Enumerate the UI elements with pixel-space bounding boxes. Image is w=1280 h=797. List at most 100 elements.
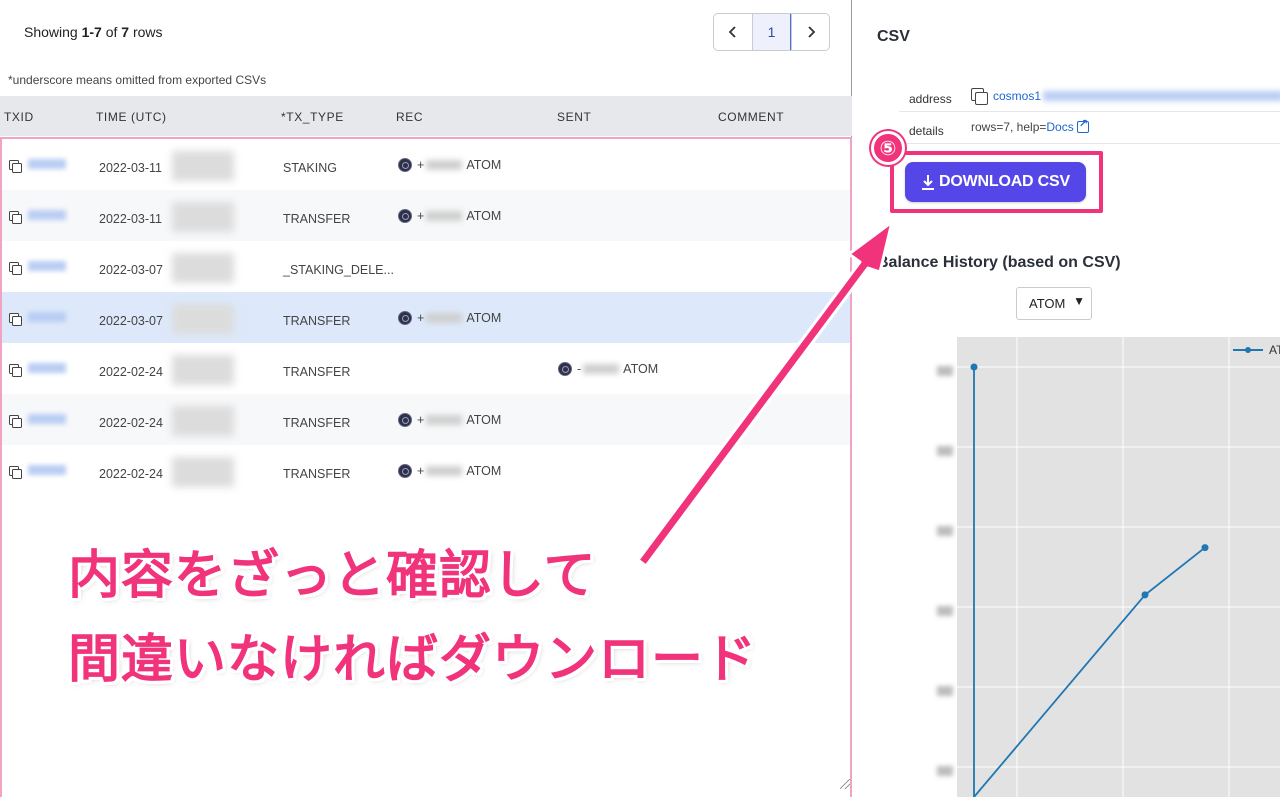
rec-unit: ATOM	[466, 464, 502, 478]
row-time-redacted	[172, 253, 234, 283]
row-sent-amount: - ATOM	[577, 362, 658, 376]
column-header-tx-type[interactable]: *TX_TYPE	[281, 110, 344, 124]
txid-link[interactable]	[28, 210, 66, 220]
table-row[interactable]: 2022-03-11 STAKING + ATOM	[2, 139, 850, 190]
row-rec-amount: + ATOM	[417, 158, 501, 172]
y-tick-label-redacted	[937, 526, 953, 536]
row-tx-type: STAKING	[283, 161, 337, 175]
atom-coin-icon	[398, 413, 412, 427]
table-row[interactable]: 2022-03-11 TRANSFER + ATOM	[2, 190, 850, 241]
column-header-sent[interactable]: SENT	[557, 110, 591, 124]
txid-link[interactable]	[28, 312, 66, 322]
row-time-redacted	[172, 202, 234, 232]
copy-address-icon[interactable]	[971, 88, 988, 105]
address-link[interactable]: cosmos1	[993, 89, 1041, 103]
legend-label: AT	[1269, 343, 1280, 357]
column-header-comment[interactable]: COMMENT	[718, 110, 784, 124]
table-header: TXID TIME (UTC) *TX_TYPE REC SENT COMMEN…	[0, 96, 852, 136]
copy-icon[interactable]	[9, 313, 22, 326]
rec-sign: +	[417, 464, 425, 478]
details-row: details rows=7, help= Docs	[899, 112, 1280, 144]
row-tx-type: _STAKING_DELE...	[283, 263, 394, 277]
asset-select[interactable]: ATOM ▼	[1016, 287, 1092, 320]
table-row[interactable]: 2022-03-07 _STAKING_DELE...	[2, 241, 850, 292]
pagination-page-1[interactable]: 1	[752, 14, 791, 50]
step-badge: ⑤	[871, 131, 905, 165]
copy-icon[interactable]	[9, 415, 22, 428]
txid-link[interactable]	[28, 363, 66, 373]
row-time-redacted	[172, 406, 234, 436]
rec-sign: +	[417, 209, 425, 223]
copy-icon[interactable]	[9, 211, 22, 224]
data-point[interactable]	[970, 363, 978, 371]
row-tx-type: TRANSFER	[283, 365, 351, 379]
table-row[interactable]: 2022-02-24 TRANSFER - ATOM	[2, 343, 850, 394]
details-text: rows=7, help=	[971, 120, 1047, 134]
download-csv-label: DOWNLOAD CSV	[939, 173, 1070, 190]
atom-coin-icon	[398, 209, 412, 223]
row-rec-amount: + ATOM	[417, 413, 501, 427]
chart-legend[interactable]: AT	[1233, 343, 1280, 357]
y-tick-label-redacted	[937, 766, 953, 776]
row-date: 2022-03-07	[99, 263, 163, 277]
table-row[interactable]: 2022-02-24 TRANSFER + ATOM	[2, 394, 850, 445]
copy-icon[interactable]	[9, 466, 22, 479]
asset-select-value: ATOM	[1029, 296, 1066, 311]
legend-swatch	[1233, 346, 1263, 353]
row-date: 2022-03-07	[99, 314, 163, 328]
table-row[interactable]: 2022-02-24 TRANSFER + ATOM	[2, 445, 850, 496]
data-point[interactable]	[1201, 544, 1209, 552]
txid-link[interactable]	[28, 159, 66, 169]
row-date: 2022-03-11	[99, 212, 163, 226]
details-value: rows=7, help= Docs	[971, 117, 1089, 134]
sent-unit: ATOM	[623, 362, 659, 376]
pagination-next-button[interactable]	[791, 14, 829, 50]
txid-link[interactable]	[28, 261, 66, 271]
address-value: cosmos1	[971, 88, 1280, 105]
rows-summary-suffix: rows	[129, 24, 163, 40]
txid-link[interactable]	[28, 414, 66, 424]
rec-sign: +	[417, 311, 425, 325]
external-link-icon[interactable]	[1076, 117, 1089, 133]
chart-plot-background	[957, 337, 1280, 797]
table-row[interactable]: 2022-03-07 TRANSFER + ATOM	[2, 292, 850, 343]
amount-redacted	[426, 415, 463, 425]
rows-summary-total: 7	[121, 24, 130, 40]
atom-coin-icon	[398, 158, 412, 172]
copy-icon[interactable]	[9, 262, 22, 275]
transactions-panel: Showing 1-7 of 7 rows 1 *underscore mean…	[0, 0, 852, 797]
csv-panel: CSV address cosmos1 details rows=7, help…	[853, 0, 1280, 797]
rec-unit: ATOM	[466, 311, 502, 325]
download-csv-button[interactable]: DOWNLOAD CSV	[905, 162, 1086, 202]
docs-link[interactable]: Docs	[1046, 120, 1073, 134]
copy-icon[interactable]	[9, 364, 22, 377]
row-time-redacted	[172, 151, 234, 181]
data-point[interactable]	[1141, 591, 1149, 599]
rec-unit: ATOM	[466, 413, 502, 427]
txid-link[interactable]	[28, 465, 66, 475]
row-time-redacted	[172, 355, 234, 385]
column-header-txid[interactable]: TXID	[4, 110, 34, 124]
row-rec-amount: + ATOM	[417, 209, 501, 223]
balance-history-title: Balance History (based on CSV)	[877, 254, 1121, 271]
pagination-prev-button[interactable]	[714, 14, 752, 50]
column-header-rec[interactable]: REC	[396, 110, 423, 124]
row-tx-type: TRANSFER	[283, 212, 351, 226]
row-date: 2022-02-24	[99, 365, 163, 379]
rows-summary-range: 1-7	[81, 24, 102, 40]
rec-sign: +	[417, 413, 425, 427]
rows-summary-of: of	[101, 24, 122, 40]
rows-summary-prefix: Showing	[24, 24, 82, 40]
amount-redacted	[583, 364, 620, 374]
y-tick-label-redacted	[937, 366, 953, 376]
amount-redacted	[426, 160, 463, 170]
rec-sign: +	[417, 158, 425, 172]
row-date: 2022-03-11	[99, 161, 163, 175]
column-header-time[interactable]: TIME (UTC)	[96, 110, 167, 124]
copy-icon[interactable]	[9, 160, 22, 173]
balance-chart	[957, 337, 1280, 797]
resize-handle[interactable]	[840, 779, 850, 789]
y-tick-label-redacted	[937, 446, 953, 456]
row-time-redacted	[172, 457, 234, 487]
atom-coin-icon	[398, 311, 412, 325]
